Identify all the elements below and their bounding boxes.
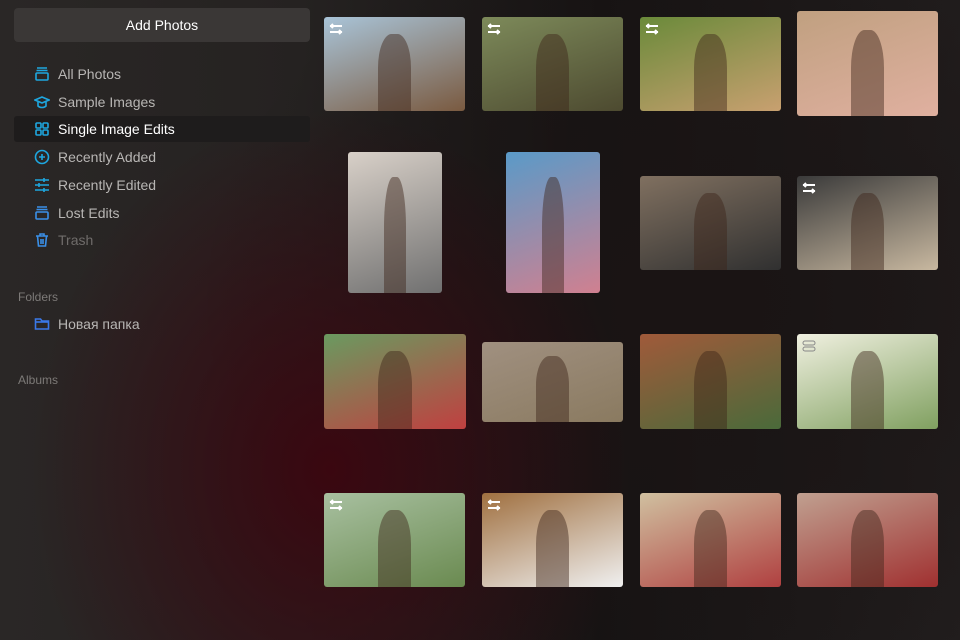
- folder-icon: [34, 318, 50, 330]
- photo-thumbnail[interactable]: [797, 493, 938, 587]
- photo-thumbnail[interactable]: [797, 11, 938, 116]
- photo-thumbnail[interactable]: [324, 493, 465, 587]
- stack-icon: [35, 206, 49, 220]
- albums-heading: Albums: [18, 373, 59, 387]
- folder-label: Новая папка: [58, 316, 140, 332]
- photo-subject: [693, 192, 728, 270]
- photo-subject: [377, 33, 412, 111]
- photo-thumbnail[interactable]: [324, 17, 465, 111]
- add-photos-button[interactable]: Add Photos: [14, 8, 310, 42]
- photo-subject: [535, 356, 570, 422]
- edited-badge-icon: [487, 499, 501, 511]
- sidebar-item-label: Sample Images: [58, 94, 156, 110]
- photo-subject: [693, 33, 728, 111]
- sidebar-item-trash[interactable]: Trash: [14, 227, 310, 253]
- sidebar-item-label: Single Image Edits: [58, 121, 175, 137]
- plus-circle-icon: [34, 149, 50, 165]
- stack-icon: [35, 67, 49, 81]
- photo-subject: [850, 351, 885, 429]
- sidebar-item-recently-added[interactable]: Recently Added: [14, 144, 310, 170]
- photo-subject: [383, 177, 407, 293]
- edited-badge-icon: [487, 23, 501, 35]
- photo-subject: [850, 29, 885, 116]
- photo-thumbnail[interactable]: [797, 176, 938, 270]
- photo-thumbnail[interactable]: [640, 176, 781, 270]
- photo-subject: [850, 509, 885, 587]
- edited-badge-icon: [329, 23, 343, 35]
- sidebar-item-all-photos[interactable]: All Photos: [14, 61, 310, 87]
- photo-subject: [535, 509, 570, 587]
- edited-badge-icon: [645, 23, 659, 35]
- photo-thumbnail[interactable]: [348, 152, 442, 293]
- photo-subject: [693, 351, 728, 429]
- grid-icon: [35, 122, 49, 136]
- photo-thumbnail[interactable]: [797, 334, 938, 429]
- sidebar-item-recently-edited[interactable]: Recently Edited: [14, 172, 310, 198]
- photo-subject: [850, 192, 885, 270]
- photo-thumbnail[interactable]: [482, 342, 623, 422]
- photo-subject: [693, 509, 728, 587]
- photo-subject: [377, 509, 412, 587]
- sidebar-item-sample-images[interactable]: Sample Images: [14, 89, 310, 115]
- photo-thumbnail[interactable]: [482, 493, 623, 587]
- edited-badge-icon: [329, 499, 343, 511]
- photo-thumbnail[interactable]: [482, 17, 623, 111]
- sidebar-item-label: Trash: [58, 232, 94, 248]
- photo-subject: [535, 33, 570, 111]
- sidebar-item-single-image-edits[interactable]: Single Image Edits: [14, 116, 310, 142]
- sidebar-item-lost-edits[interactable]: Lost Edits: [14, 200, 310, 226]
- photo-thumbnail[interactable]: [640, 334, 781, 429]
- folder-item[interactable]: Новая папка: [14, 311, 310, 337]
- photo-thumbnail[interactable]: [506, 152, 600, 293]
- edited-badge-icon: [802, 182, 816, 194]
- sidebar-item-label: Recently Edited: [58, 177, 157, 193]
- graduation-cap-icon: [34, 96, 50, 109]
- folders-heading: Folders: [18, 290, 59, 304]
- sidebar-item-label: Recently Added: [58, 149, 157, 165]
- sidebar-item-label: Lost Edits: [58, 205, 120, 221]
- sliders-icon: [35, 178, 49, 192]
- photo-thumbnail[interactable]: [324, 334, 466, 429]
- sidebar-item-label: All Photos: [58, 66, 122, 82]
- photo-thumbnail[interactable]: [640, 493, 781, 587]
- photo-subject: [541, 177, 565, 293]
- photo-subject: [377, 351, 413, 429]
- trash-icon: [36, 233, 48, 247]
- edited-badge-icon: [802, 340, 816, 352]
- photo-thumbnail[interactable]: [640, 17, 781, 111]
